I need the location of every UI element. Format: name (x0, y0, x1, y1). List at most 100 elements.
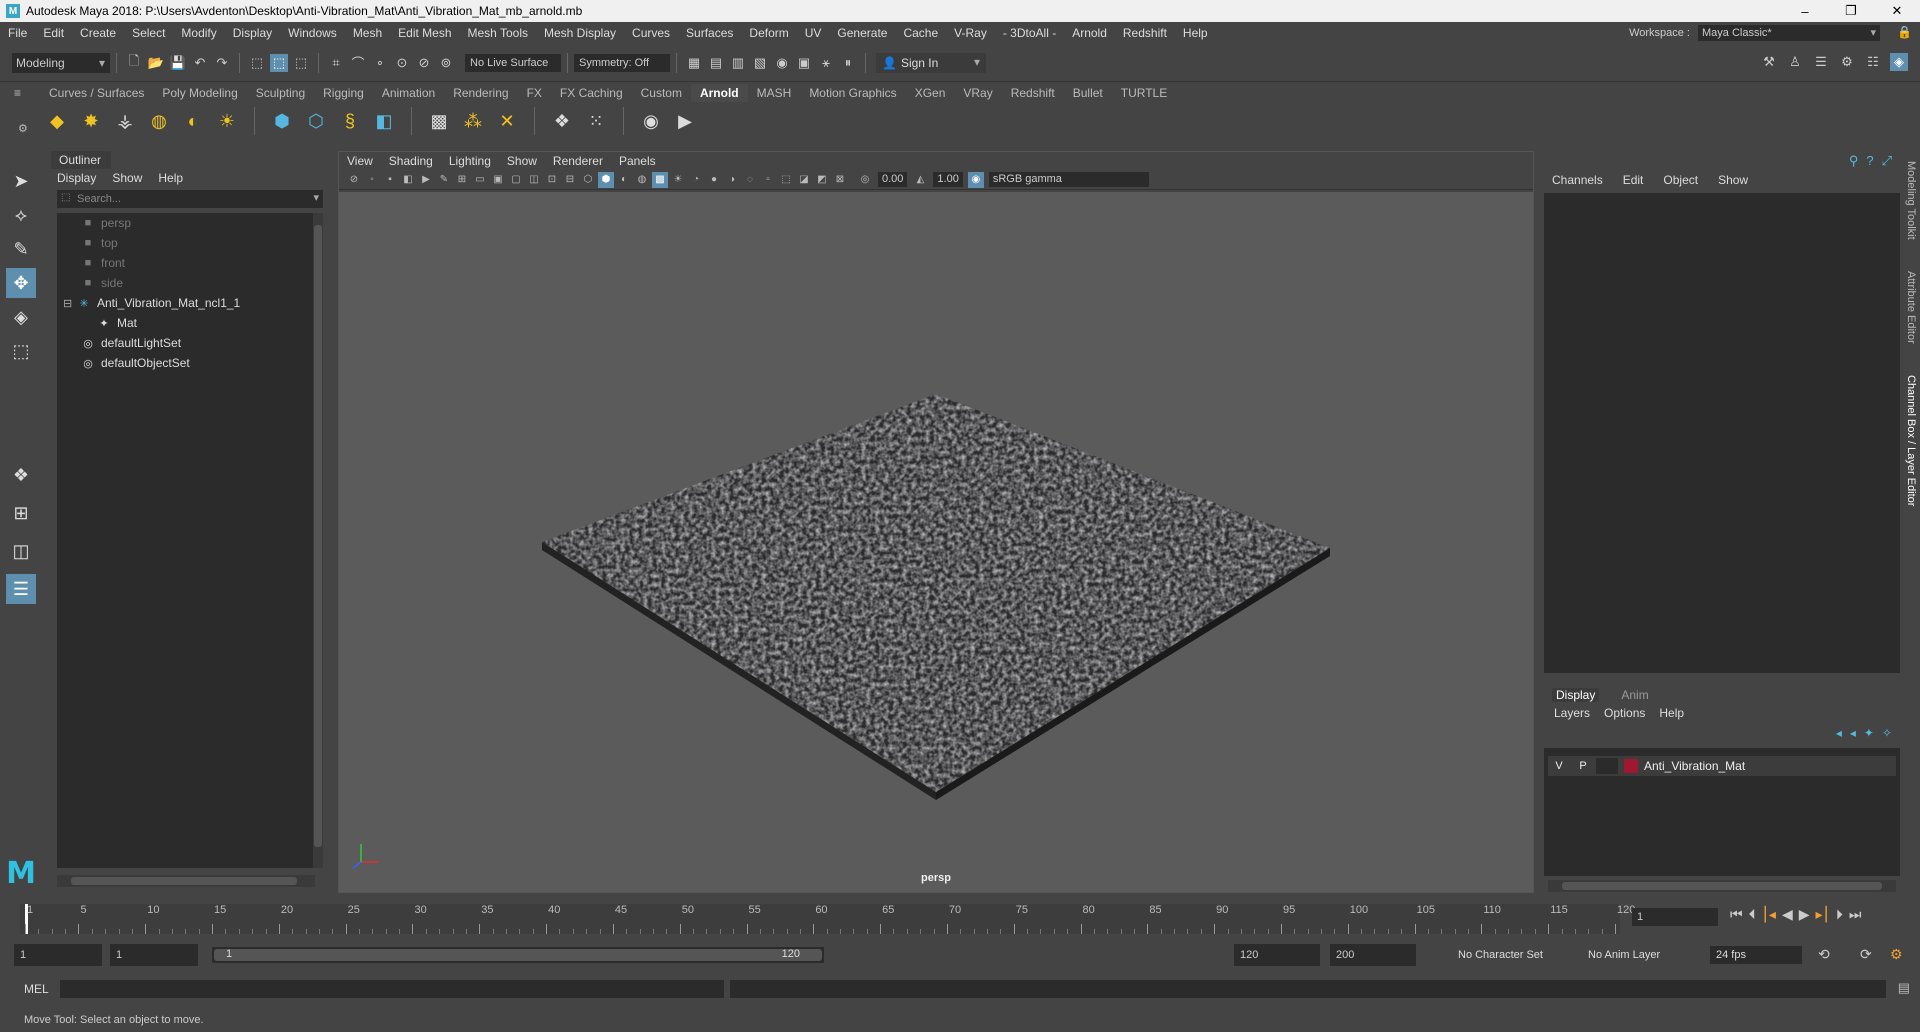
channel-help-icon[interactable]: ? (1866, 153, 1873, 169)
safe-action-icon[interactable]: ⊡ (544, 172, 560, 188)
select-hierarchy-icon[interactable]: ⬚ (248, 54, 266, 72)
symmetry-dropdown[interactable]: Symmetry: Off (574, 53, 670, 72)
mesh-light-icon[interactable]: ✸ (77, 107, 105, 135)
area-light-icon[interactable]: ◆ (43, 107, 71, 135)
loop-icon[interactable]: ⟲ (1818, 946, 1830, 963)
menu-item-9[interactable]: Mesh Tools (460, 26, 536, 40)
redo-icon[interactable]: ↷ (213, 54, 231, 72)
snap-view-icon[interactable]: ⊙ (393, 54, 411, 72)
outliner-vscroll[interactable] (313, 213, 323, 868)
script-language-toggle[interactable]: MEL (24, 982, 49, 996)
move-tool-icon[interactable]: ✥ (6, 268, 36, 298)
standin-icon[interactable]: ⬢ (268, 107, 296, 135)
gamma-field[interactable]: 1.00 (933, 172, 963, 187)
physical-sky-icon[interactable]: ☀ (213, 107, 241, 135)
export-standin-icon[interactable]: ⬡ (302, 107, 330, 135)
end-time-field[interactable]: 200 (1330, 944, 1416, 966)
lasso-tool-icon[interactable]: ⟡ (6, 200, 36, 230)
anti-aliasing-icon[interactable]: ◌ (742, 172, 758, 188)
menu-item-5[interactable]: Display (225, 26, 280, 40)
layer-playback-toggle[interactable]: P (1572, 758, 1594, 774)
shelf-tab-14[interactable]: Redshift (1002, 84, 1064, 102)
tab-anim[interactable]: Anim (1617, 688, 1652, 702)
camera-attributes-icon[interactable]: ◦ (364, 172, 380, 188)
character-set-dropdown[interactable]: No Character Set (1452, 946, 1560, 964)
layer-menu-item[interactable]: Layers (1554, 706, 1590, 720)
layer-display-type[interactable] (1596, 758, 1618, 774)
move-layer-down-icon[interactable]: ◂ (1850, 726, 1856, 740)
play-forward-icon[interactable]: ▶ (1799, 906, 1810, 923)
layer-visibility-toggle[interactable]: V (1548, 758, 1570, 774)
arnold-ipr-icon[interactable]: ⚹ (817, 54, 835, 72)
viewport-menu-item[interactable]: Shading (389, 154, 433, 168)
shelf-tab-12[interactable]: XGen (906, 84, 955, 102)
go-to-start-icon[interactable]: ⏮ (1730, 906, 1743, 923)
render-view-shelf-icon[interactable]: ◉ (637, 107, 665, 135)
curve-collector-icon[interactable]: § (336, 107, 364, 135)
light-portal-icon[interactable]: ◐ (179, 107, 207, 135)
outliner-menu-item[interactable]: Help (158, 171, 183, 185)
outliner-hscroll[interactable] (57, 875, 315, 887)
flush-texture-cache-icon[interactable]: ▩ (425, 107, 453, 135)
select-camera-icon[interactable]: ⊘ (346, 172, 362, 188)
auto-key-icon[interactable]: ⟳ (1860, 946, 1872, 963)
smooth-shade-icon[interactable]: ⬢ (598, 171, 614, 188)
viewport-menu-item[interactable]: Lighting (449, 154, 491, 168)
anim-prefs-icon[interactable]: ⚙ (1890, 946, 1903, 963)
outliner-row[interactable]: ■ side (57, 273, 315, 293)
single-view-icon[interactable]: ❖ (6, 460, 36, 490)
menu-item-3[interactable]: Select (124, 26, 173, 40)
step-forward-key-icon[interactable]: ⏵ (1836, 906, 1843, 923)
material-assign-icon[interactable]: ❖ (548, 107, 576, 135)
snap-point-icon[interactable]: ∘ (371, 54, 389, 72)
menu-set-dropdown[interactable]: Modeling (12, 52, 110, 73)
xray-icon[interactable]: ◪ (796, 172, 812, 188)
shelf-menu-icon[interactable]: ≡ (14, 86, 21, 100)
viewport-menu-item[interactable]: View (347, 154, 373, 168)
menu-item-21[interactable]: Help (1175, 26, 1216, 40)
arnold-render-icon[interactable]: ▣ (795, 54, 813, 72)
lock-icon[interactable]: 🔒 (1897, 25, 1912, 39)
textured-icon[interactable]: ▩ (652, 171, 668, 188)
layer-menu-item[interactable]: Options (1604, 706, 1645, 720)
tab-display[interactable]: Display (1552, 688, 1600, 702)
sign-in-button[interactable]: 👤 Sign In (876, 52, 986, 73)
screen-space-ao-icon[interactable]: ● (706, 172, 722, 188)
gamma-icon[interactable]: ◭ (912, 172, 928, 188)
shelf-tab-5[interactable]: Rendering (444, 84, 517, 102)
shelf-tab-1[interactable]: Poly Modeling (153, 84, 246, 102)
shelf-tab-4[interactable]: Animation (373, 84, 444, 102)
image-plane-icon[interactable]: ◧ (400, 172, 416, 188)
outliner-row[interactable]: ■ front (57, 253, 315, 273)
expand-toggle-icon[interactable]: ⊟ (63, 297, 72, 310)
viewport-menu-item[interactable]: Panels (619, 154, 656, 168)
shelf-tab-9[interactable]: Arnold (690, 84, 748, 102)
human-ik-icon[interactable]: ♙ (1786, 53, 1804, 71)
menu-item-1[interactable]: Edit (35, 26, 72, 40)
attribute-editor-icon[interactable]: ☰ (1812, 53, 1830, 71)
channel-menu-item[interactable]: Object (1663, 173, 1698, 187)
menu-item-10[interactable]: Mesh Display (536, 26, 624, 40)
menu-item-19[interactable]: Arnold (1064, 26, 1115, 40)
snap-curve-icon[interactable]: ⌒ (349, 54, 367, 72)
menu-item-14[interactable]: UV (797, 26, 830, 40)
outliner-layout-icon[interactable]: ☰ (6, 574, 36, 604)
xray-joints-icon[interactable]: ⊠ (832, 172, 848, 188)
menu-item-6[interactable]: Windows (280, 26, 345, 40)
menu-item-0[interactable]: File (0, 26, 35, 40)
menu-item-8[interactable]: Edit Mesh (390, 26, 459, 40)
channel-float-icon[interactable]: ⤢ (1882, 153, 1892, 169)
four-view-icon[interactable]: ⊞ (6, 498, 36, 528)
exposure-field[interactable]: 0.00 (878, 172, 908, 187)
film-gate-icon[interactable]: ▭ (472, 172, 488, 188)
outliner-search[interactable]: ⬚ Search... ▾ (57, 190, 323, 208)
outliner-row[interactable]: ✦ Mat (57, 313, 315, 333)
shelf-tab-13[interactable]: VRay (954, 84, 1001, 102)
outliner-menu-item[interactable]: Display (57, 171, 96, 185)
outliner-row[interactable]: ◎ defaultObjectSet (57, 353, 315, 373)
tab-channel-box[interactable]: Channel Box / Layer Editor (1905, 375, 1917, 506)
menu-item-12[interactable]: Surfaces (678, 26, 741, 40)
viewport-scene[interactable]: persp (339, 192, 1533, 892)
layer-menu-item[interactable]: Help (1659, 706, 1684, 720)
two-view-icon[interactable]: ◫ (6, 536, 36, 566)
